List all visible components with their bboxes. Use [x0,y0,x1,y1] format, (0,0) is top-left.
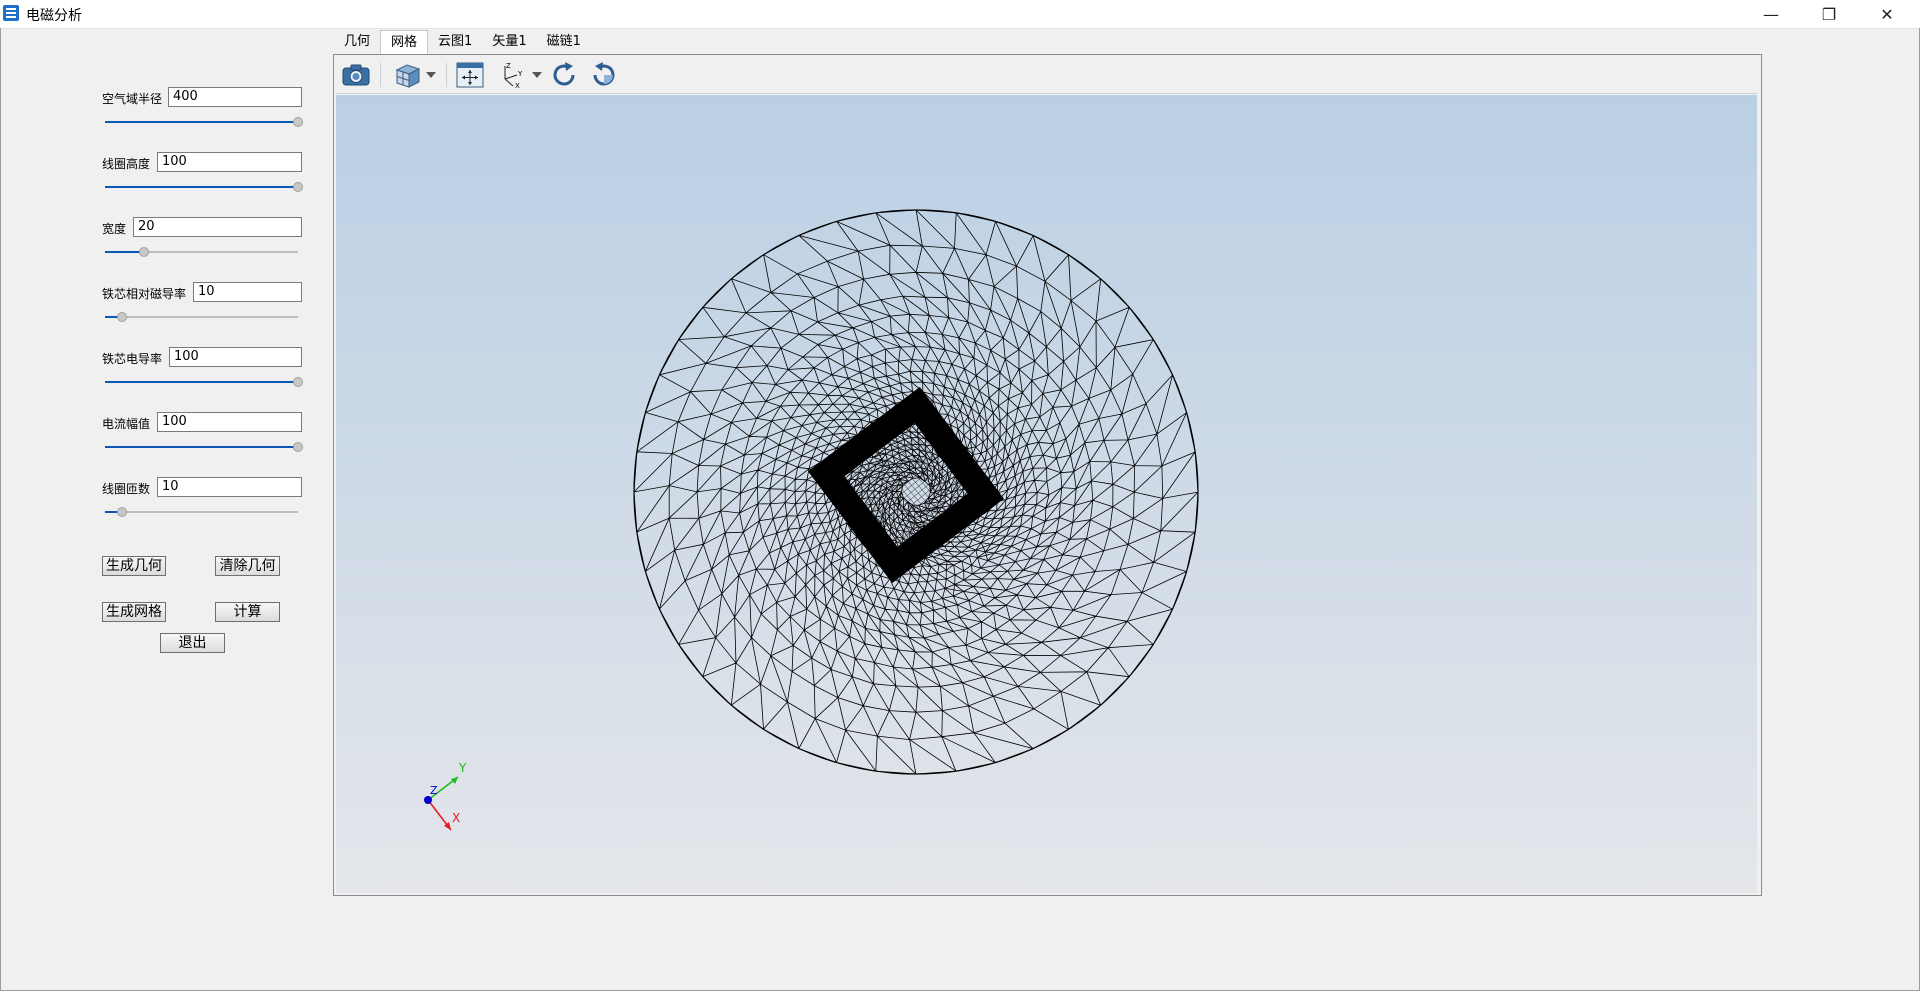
core-conductivity-slider[interactable] [105,376,303,388]
chevron-down-icon[interactable] [424,61,438,89]
coil-height-slider[interactable] [105,181,303,193]
close-button[interactable]: ✕ [1858,0,1916,28]
window-title: 电磁分析 [26,8,82,24]
view-tabs: 几何 网格 云图1 矢量1 磁链1 [334,30,591,55]
generate-mesh-button[interactable]: 生成网格 [102,602,166,622]
core-permeability-slider[interactable] [105,311,298,323]
current-amplitude-slider[interactable] [105,441,303,453]
orientation-triad: Y X Z [424,761,467,831]
svg-text:Z: Z [506,62,511,70]
label-core-permeability: 铁芯相对磁导率 [102,287,187,301]
minimize-button[interactable]: — [1742,0,1800,28]
rotate-ccw-icon[interactable] [588,61,620,89]
title-bar: 电磁分析 — ❐ ✕ [0,0,1920,29]
axis-x-label: X [452,811,460,825]
view-cube-icon[interactable] [392,61,422,89]
viewer-toolbar: ZYX [336,57,1757,94]
coil-turns-input[interactable]: 10 [157,477,302,497]
camera-icon[interactable] [340,61,372,89]
fit-view-icon[interactable] [454,61,486,89]
compute-button[interactable]: 计算 [215,602,280,622]
core-conductivity-input[interactable]: 100 [169,347,302,367]
current-amplitude-input[interactable]: 100 [157,412,302,432]
coil-turns-slider[interactable] [105,506,298,518]
tab-contour[interactable]: 云图1 [428,30,482,54]
width-input[interactable]: 20 [133,217,302,237]
label-core-conductivity: 铁芯电导率 [102,352,163,366]
label-coil-turns: 线圈匝数 [102,482,151,496]
maximize-button[interactable]: ❐ [1800,0,1858,28]
tab-mesh[interactable]: 网格 [380,30,429,55]
svg-text:Y: Y [517,70,523,78]
label-width: 宽度 [102,222,127,236]
svg-text:X: X [515,82,520,89]
coil-height-input[interactable]: 100 [157,152,302,172]
exit-button[interactable]: 退出 [160,633,225,653]
rotate-cw-icon[interactable] [548,61,580,89]
label-air-radius: 空气域半径 [102,92,163,106]
air-radius-slider[interactable] [105,116,303,128]
axis-y-label: Y [458,761,467,775]
core-permeability-input[interactable]: 10 [193,282,302,302]
axis-z-label: Z [430,784,438,797]
axes-orientation-icon[interactable]: ZYX [496,61,528,89]
clear-geometry-button[interactable]: 清除几何 [215,556,280,576]
chevron-down-icon[interactable] [530,61,544,89]
label-current-amplitude: 电流幅值 [102,417,151,431]
air-radius-input[interactable]: 400 [168,87,302,107]
label-coil-height: 线圈高度 [102,157,151,171]
app-icon [3,5,19,21]
tab-vector[interactable]: 矢量1 [482,30,536,54]
tab-geometry[interactable]: 几何 [334,30,380,54]
viewer-panel: ZYX Y X Z [333,54,1762,896]
mesh-edges [633,209,1199,775]
generate-geometry-button[interactable]: 生成几何 [102,556,166,576]
render-canvas[interactable]: Y X Z [336,95,1757,893]
width-slider[interactable] [105,246,298,258]
tab-flux-linkage[interactable]: 磁链1 [537,30,591,54]
mesh-view [633,209,1199,775]
